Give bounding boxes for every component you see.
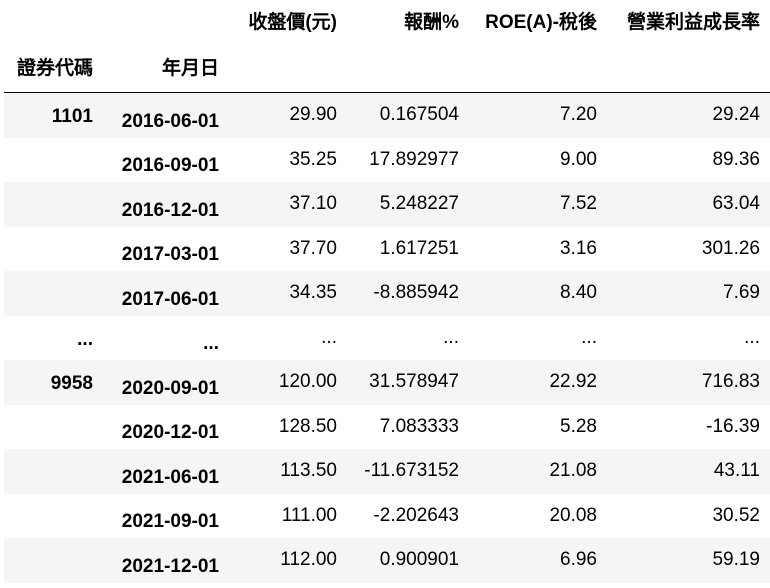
cell-close: 35.25 — [289, 148, 337, 170]
index-name-row: 證券代碼 年月日 — [4, 40, 770, 93]
table-row: 2016-12-01 37.10 5.248227 7.52 63.04 — [4, 182, 770, 227]
row-code: ... — [77, 328, 93, 350]
cell-roe: 20.08 — [549, 504, 597, 526]
row-code — [4, 494, 103, 539]
cell-close: 113.50 — [280, 460, 337, 482]
cell-growth: 63.04 — [712, 193, 760, 215]
cell-growth: 716.83 — [701, 371, 760, 393]
column-header-close: 收盤價(元) — [248, 11, 337, 33]
cell-return: -8.885942 — [373, 282, 459, 304]
row-code — [4, 449, 103, 494]
index-name-code: 證券代碼 — [4, 40, 103, 93]
blank-header — [347, 40, 469, 93]
blank-header — [4, 0, 103, 40]
table-row: 9958 2020-09-01 120.00 31.578947 22.92 716.83 — [4, 360, 770, 405]
table-row: .................. — [4, 315, 770, 360]
cell-return: ... — [443, 326, 459, 348]
table-row: 2017-03-01 37.70 1.617251 3.16 301.26 — [4, 226, 770, 272]
row-date: 2016-09-01 — [121, 155, 219, 177]
column-header-growth: 營業利益成長率 — [626, 11, 760, 33]
blank-header — [229, 40, 347, 93]
cell-growth: 29.24 — [712, 104, 760, 126]
cell-close: 120.00 — [278, 371, 337, 393]
cell-roe: 6.96 — [560, 549, 597, 571]
cell-roe: 8.40 — [560, 282, 597, 304]
cell-growth: 59.19 — [712, 549, 760, 571]
cell-growth: 43.11 — [713, 460, 760, 482]
row-date: 2021-09-01 — [121, 511, 219, 533]
cell-close: 112.00 — [280, 549, 337, 571]
row-date: 2016-06-01 — [121, 110, 219, 132]
row-code: 1101 — [51, 106, 93, 127]
row-code — [4, 271, 103, 316]
table-row: 2017-06-01 34.35 -8.885942 8.40 7.69 — [4, 271, 770, 316]
cell-close: 37.10 — [289, 193, 337, 215]
index-name-date: 年月日 — [103, 40, 229, 93]
cell-growth: 89.36 — [712, 148, 760, 170]
cell-close: 128.50 — [278, 415, 337, 437]
row-code — [4, 405, 103, 450]
row-code — [4, 138, 103, 183]
row-code: 9958 — [50, 373, 93, 394]
cell-close: 34.35 — [289, 282, 337, 304]
table-row: 2021-06-01 113.50 -11.673152 21.08 43.11 — [4, 449, 770, 494]
table-body: 1101 2016-06-01 29.90 0.167504 7.20 29.24 2016… — [4, 92, 770, 583]
cell-return: 0.167504 — [379, 104, 459, 126]
cell-roe: 21.08 — [549, 460, 597, 482]
blank-header — [607, 40, 770, 93]
cell-growth: -16.39 — [706, 415, 760, 437]
table-header: 收盤價(元) 報酬% ROE(A)-稅後 營業利益成長率 證券代碼 年月日 — [4, 0, 770, 93]
cell-roe: 9.00 — [560, 148, 597, 170]
cell-return: 31.578947 — [369, 371, 459, 393]
column-header-roe: ROE(A)-稅後 — [485, 11, 597, 33]
row-date: 2020-12-01 — [121, 422, 219, 444]
cell-roe: 5.28 — [560, 415, 597, 437]
table-row: 2021-12-01 112.00 0.900901 6.96 59.19 — [4, 538, 770, 583]
blank-header — [469, 40, 607, 93]
cell-roe: 3.16 — [560, 237, 597, 259]
cell-growth: 7.69 — [723, 282, 760, 304]
cell-roe: 7.20 — [560, 104, 597, 126]
cell-close: 111.00 — [281, 504, 337, 526]
table-row: 2020-12-01 128.50 7.083333 5.28 -16.39 — [4, 404, 770, 450]
dataframe-table: 收盤價(元) 報酬% ROE(A)-稅後 營業利益成長率 證券代碼 年月日 11… — [4, 0, 770, 583]
table-row: 2021-09-01 111.00 -2.202643 20.08 30.52 — [4, 493, 770, 539]
cell-close: 29.90 — [289, 104, 337, 126]
row-date: 2021-12-01 — [121, 555, 219, 577]
cell-growth: 30.52 — [712, 504, 760, 526]
table-row: 1101 2016-06-01 29.90 0.167504 7.20 29.24 — [4, 92, 770, 138]
cell-return: 17.892977 — [369, 148, 459, 170]
cell-return: 1.617251 — [379, 237, 459, 259]
cell-close: ... — [321, 326, 337, 348]
cell-close: 37.70 — [289, 237, 337, 259]
cell-growth: ... — [744, 326, 760, 348]
cell-growth: 301.26 — [701, 237, 760, 259]
row-code — [4, 538, 103, 583]
row-date: 2020-09-01 — [121, 377, 219, 399]
row-date: 2017-06-01 — [121, 288, 219, 310]
blank-header — [103, 0, 229, 40]
cell-return: 7.083333 — [379, 415, 459, 437]
row-date: ... — [203, 333, 219, 355]
cell-return: 5.248227 — [379, 193, 459, 215]
cell-return: 0.900901 — [379, 549, 459, 571]
row-code — [4, 227, 103, 272]
row-date: 2016-12-01 — [121, 199, 219, 221]
row-code — [4, 182, 103, 227]
column-header-row: 收盤價(元) 報酬% ROE(A)-稅後 營業利益成長率 — [4, 0, 770, 40]
cell-return: -11.673152 — [364, 460, 459, 482]
row-date: 2017-03-01 — [121, 244, 219, 266]
row-date: 2021-06-01 — [121, 466, 219, 488]
cell-return: -2.202643 — [373, 504, 459, 526]
table-row: 2016-09-01 35.25 17.892977 9.00 89.36 — [4, 137, 770, 183]
cell-roe: 22.92 — [549, 371, 597, 393]
cell-roe: 7.52 — [560, 193, 597, 215]
cell-roe: ... — [581, 326, 597, 348]
column-header-return: 報酬% — [404, 11, 459, 33]
